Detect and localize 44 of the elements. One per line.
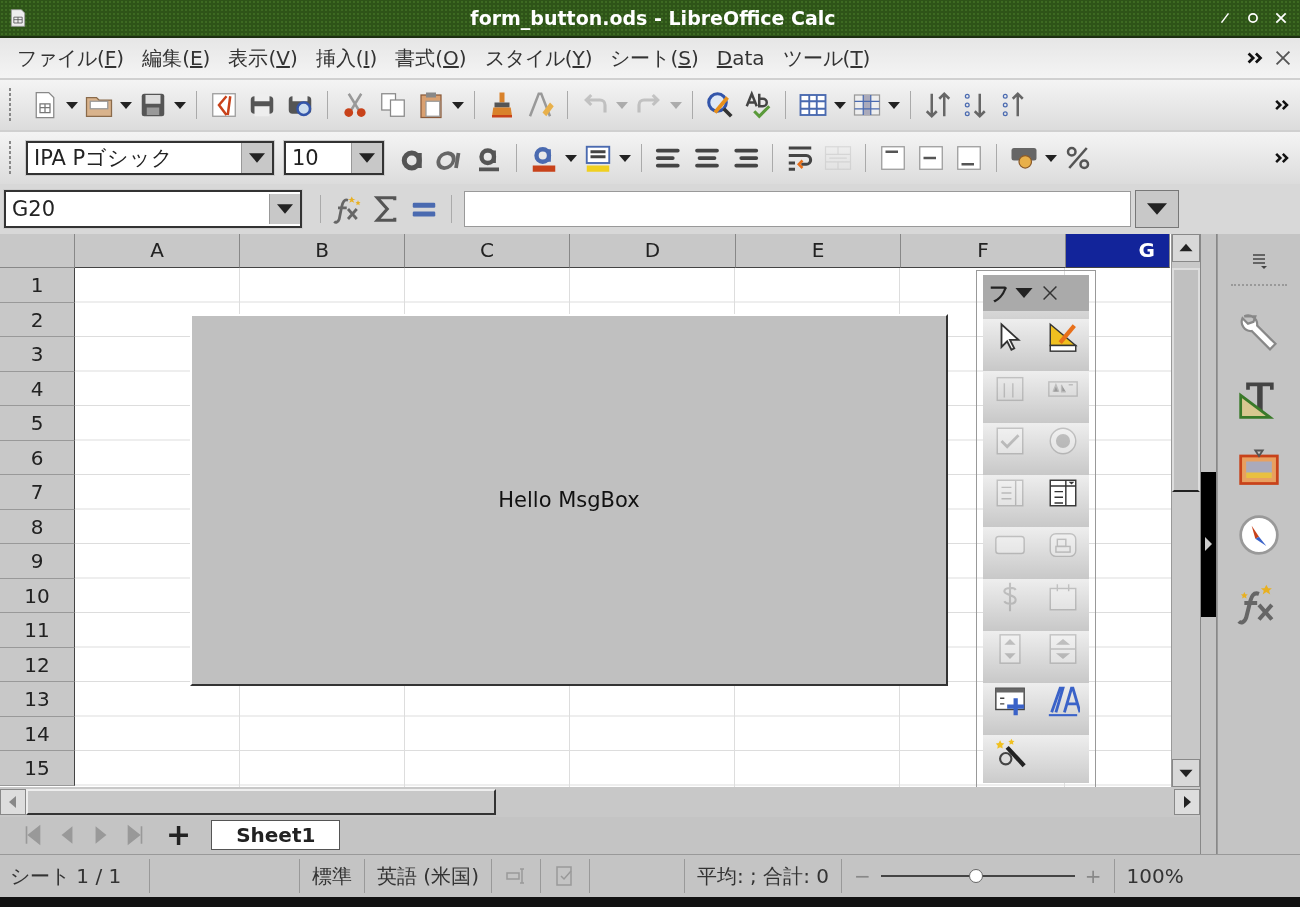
page-style: 標準 — [300, 859, 365, 893]
form-button[interactable]: Hello MsgBox — [190, 314, 948, 686]
row-header[interactable]: 3 — [0, 337, 75, 372]
font-name-field[interactable]: IPA Pゴシック — [26, 141, 274, 175]
row-header[interactable]: 11 — [0, 613, 75, 648]
column-header[interactable]: C — [405, 234, 570, 268]
row-header[interactable]: 8 — [0, 509, 75, 544]
menu-item[interactable]: スタイル(Y) — [475, 40, 602, 76]
row-header[interactable]: 12 — [0, 647, 75, 682]
add-sheet-button[interactable]: + — [166, 820, 192, 850]
row-header[interactable]: 14 — [0, 716, 75, 751]
row-header[interactable]: 1 — [0, 268, 75, 303]
toolbar-title: フ — [989, 279, 1009, 307]
menu-item[interactable]: 表示(V) — [219, 40, 307, 76]
sheet-tab[interactable]: Sheet1 — [211, 820, 341, 850]
menu-item[interactable]: 編集(E) — [133, 40, 220, 76]
menu-item[interactable]: ツール(T) — [773, 40, 880, 76]
window-title: form_button.ods - LibreOffice Calc — [470, 7, 836, 29]
row-header[interactable]: 5 — [0, 406, 75, 441]
column-header[interactable]: D — [570, 234, 736, 268]
menu-item[interactable]: Data — [707, 42, 774, 74]
row-header[interactable]: 13 — [0, 682, 75, 717]
menu-item[interactable]: シート(S) — [601, 40, 708, 76]
column-header[interactable]: F — [901, 234, 1066, 268]
selection-summary: 平均: ; 合計: 0 — [684, 859, 842, 893]
language: 英語 (米国) — [365, 859, 492, 893]
column-header[interactable]: G — [1066, 234, 1170, 268]
column-header[interactable]: B — [240, 234, 405, 268]
row-header[interactable]: 15 — [0, 751, 75, 786]
menu-item[interactable]: 挿入(I) — [306, 40, 387, 76]
row-header[interactable]: 6 — [0, 440, 75, 475]
row-header[interactable]: 4 — [0, 371, 75, 406]
zoom-level: 100% — [1125, 863, 1185, 890]
sheet-position: シート 1 / 1 — [0, 859, 150, 893]
font-size-field[interactable]: 10 — [284, 141, 384, 175]
name-box[interactable]: G20 — [4, 190, 302, 228]
column-header[interactable]: E — [736, 234, 901, 268]
column-header[interactable]: A — [75, 234, 240, 268]
row-header[interactable]: 7 — [0, 475, 75, 510]
menu-item[interactable]: ファイル(F) — [8, 40, 134, 76]
row-header[interactable]: 10 — [0, 578, 75, 613]
row-header[interactable]: 2 — [0, 302, 75, 337]
row-header[interactable]: 9 — [0, 544, 75, 579]
menu-item[interactable]: 書式(O) — [386, 40, 476, 76]
